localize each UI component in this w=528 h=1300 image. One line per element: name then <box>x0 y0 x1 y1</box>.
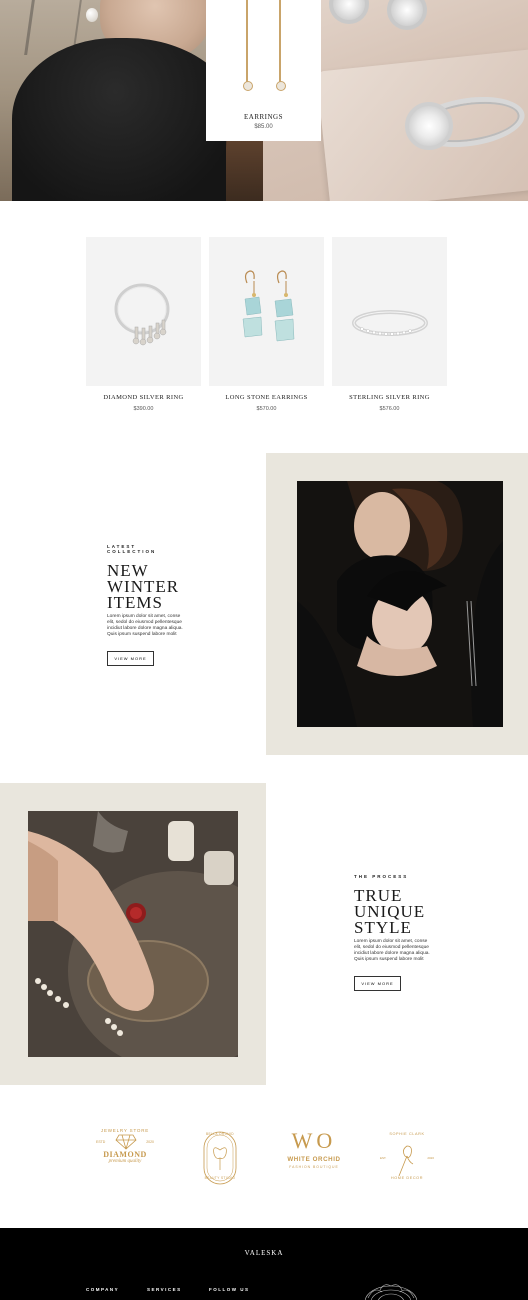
site-footer: VALESKA COMPANY SERVICES FOLLOW US <box>0 1228 528 1300</box>
footer-brand[interactable]: VALESKA <box>0 1249 528 1257</box>
process-title: TRUE UNIQUE STYLE <box>354 886 426 937</box>
process-eyebrow: THE PROCESS <box>354 874 409 879</box>
process-text-block: THE PROCESS TRUE UNIQUE STYLE Lorem ipsu… <box>354 874 434 991</box>
product-image <box>209 237 324 386</box>
product-name: DIAMOND SILVER RING <box>103 394 184 401</box>
chrysanthemum-icon <box>364 1284 418 1300</box>
product-card[interactable]: LONG STONE EARRINGS $570.00 <box>209 237 324 412</box>
process-photo <box>28 811 238 1057</box>
product-price: $85.00 <box>254 124 273 130</box>
product-price: $576.00 <box>379 406 400 412</box>
footer-company-heading: COMPANY <box>86 1287 120 1292</box>
product-price: $390.00 <box>133 406 154 412</box>
collection-title: NEW WINTER ITEMS <box>107 561 180 612</box>
product-card[interactable]: STERLING SILVER RING $576.00 <box>332 237 447 412</box>
view-more-button[interactable]: VIEW MORE <box>107 651 154 666</box>
diamond-icon <box>115 1134 137 1150</box>
collection-eyebrow: LATEST COLLECTION <box>107 544 157 554</box>
process-description: Lorem ipsum dolor sit amet, conse elit, … <box>354 939 430 962</box>
diamond-logo[interactable]: JEWELRY STORE ESTD 2020 DIAMOND premium … <box>96 1128 154 1164</box>
product-card[interactable]: DIAMOND SILVER RING $390.00 <box>86 237 201 412</box>
product-price: $570.00 <box>256 406 277 412</box>
footer-services-heading: SERVICES <box>147 1287 182 1292</box>
collection-description: Lorem ipsum dolor sit amet, conse elit, … <box>107 614 183 637</box>
collection-photo <box>297 481 503 727</box>
product-image <box>332 237 447 386</box>
hero-section: EARRINGS $85.00 <box>0 0 528 201</box>
view-more-button[interactable]: VIEW MORE <box>354 976 401 991</box>
wo-monogram: WO <box>291 1128 337 1153</box>
footer-follow-heading: FOLLOW US <box>209 1287 250 1292</box>
product-name: LONG STONE EARRINGS <box>225 394 308 401</box>
bella-orchid-logo[interactable]: BELLA ORCHID BEAUTY STUDIO <box>198 1130 242 1186</box>
sophie-clark-logo[interactable]: SOPHIE CLARK EST. 2020 HOME DECOR <box>380 1128 434 1186</box>
product-name: EARRINGS <box>243 113 283 121</box>
earrings-product-card[interactable]: EARRINGS $85.00 <box>206 0 321 141</box>
collection-text-block: LATEST COLLECTION NEW WINTER ITEMS Lorem… <box>107 544 187 666</box>
product-image <box>86 237 201 386</box>
product-grid: DIAMOND SILVER RING $390.00 LONG STONE E… <box>86 237 447 422</box>
product-name: STERLING SILVER RING <box>349 394 430 401</box>
partner-logos: JEWELRY STORE ESTD 2020 DIAMOND premium … <box>0 1120 528 1200</box>
white-orchid-logo[interactable]: WO WHITE ORCHID FASHION BOUTIQUE <box>280 1128 348 1170</box>
